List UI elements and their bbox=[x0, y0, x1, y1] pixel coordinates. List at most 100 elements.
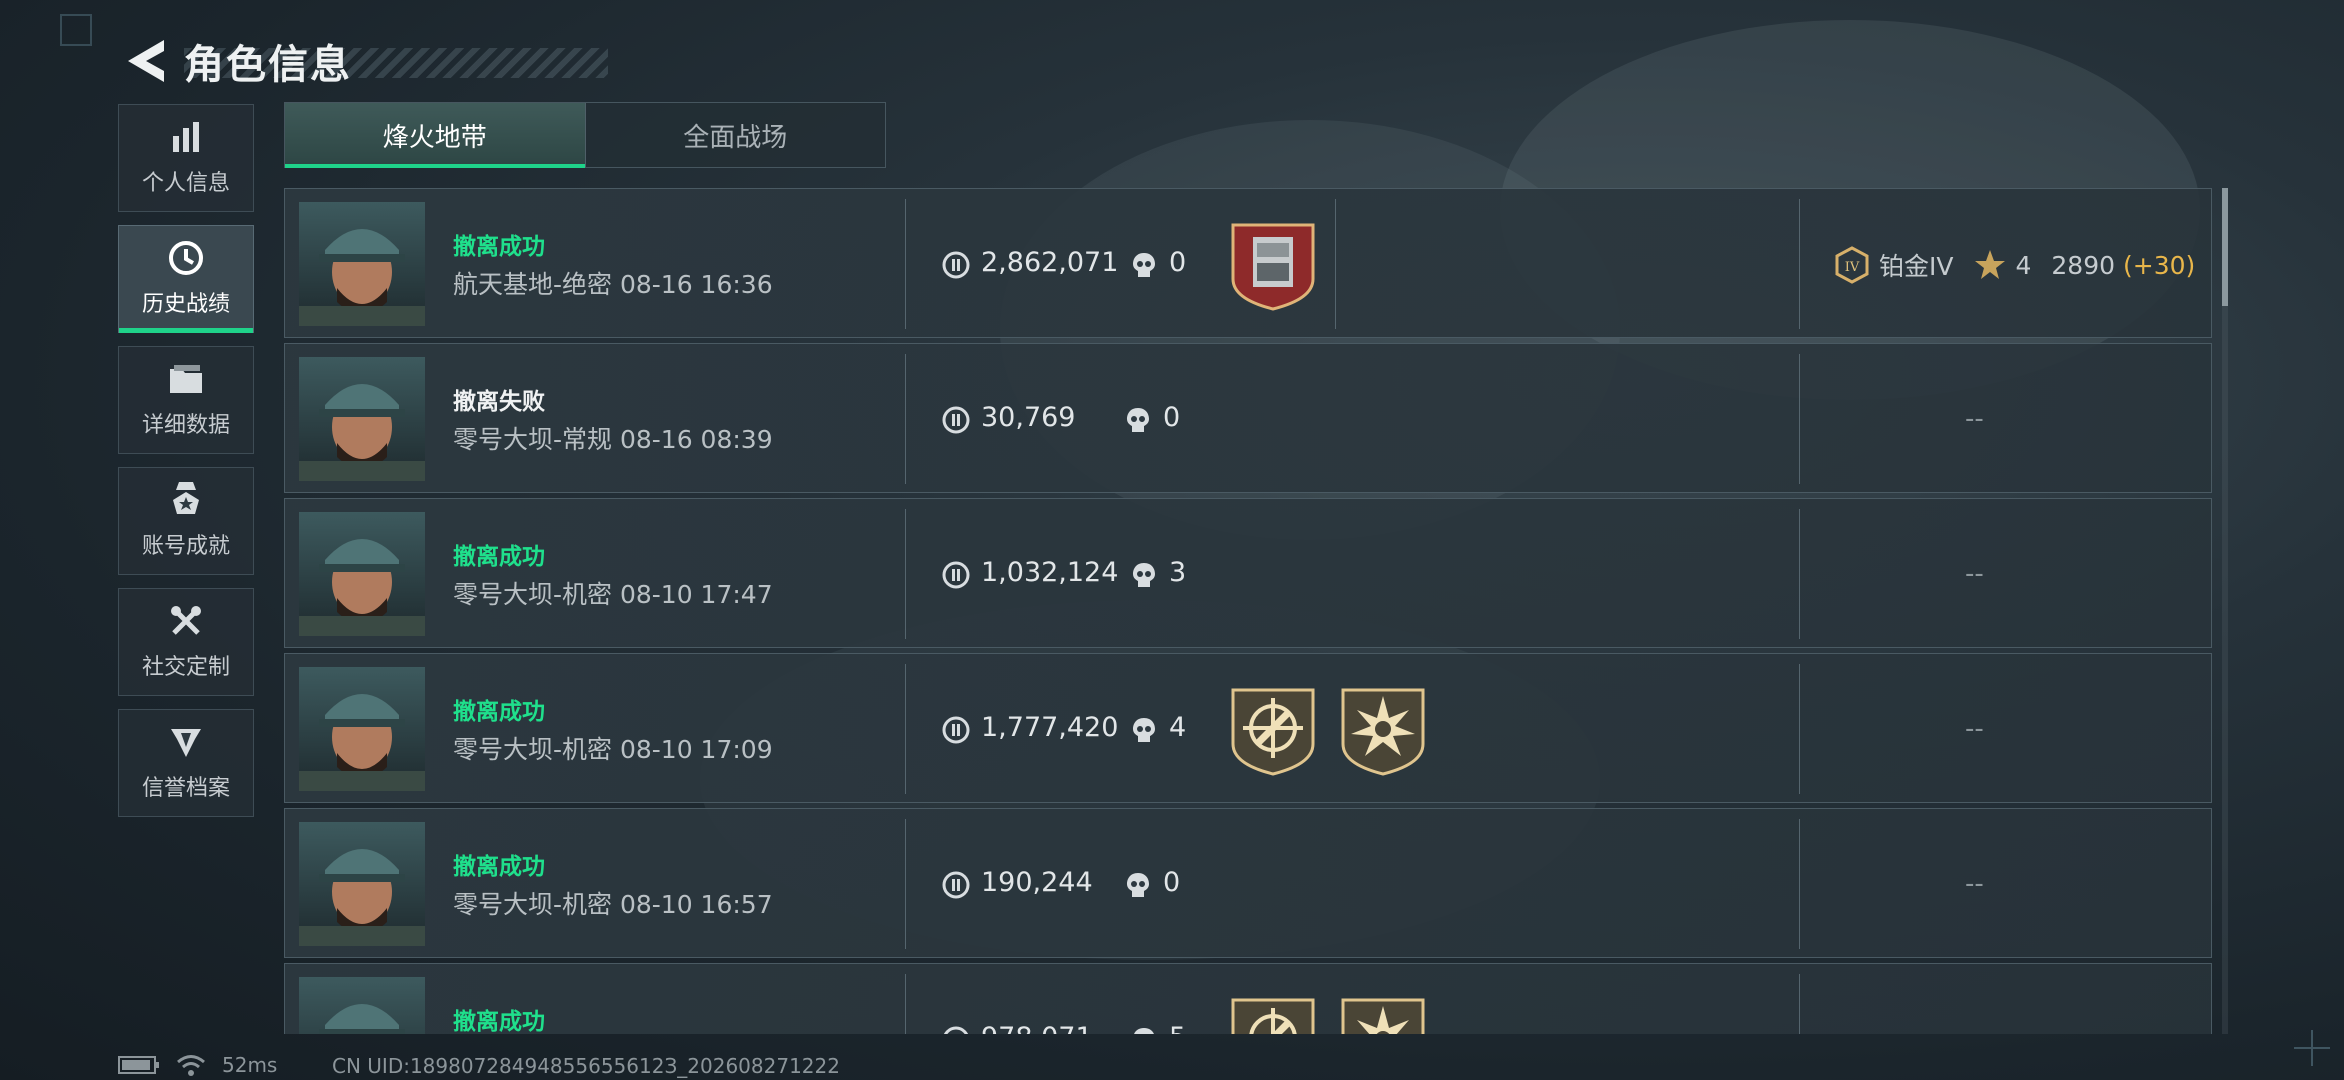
row-divider bbox=[1799, 974, 1800, 1034]
skull-icon bbox=[1133, 718, 1155, 742]
sidebar-item-label: 个人信息 bbox=[141, 171, 230, 196]
sidebar-item-credit-profile[interactable]: 信誉档案 bbox=[118, 709, 254, 817]
tab-hazard-zone[interactable]: 烽火地带 bbox=[285, 103, 585, 168]
match-record-row[interactable]: 撤离成功 零号大坝-机密 08-10 16:57 190,244 0 -- bbox=[284, 808, 2212, 958]
kill-count: 4 bbox=[1169, 712, 1187, 743]
rank-placeholder: -- bbox=[1965, 714, 1984, 744]
kill-count: 5 bbox=[1169, 1022, 1186, 1034]
kill-count: 3 bbox=[1169, 557, 1187, 588]
star-icon bbox=[1975, 250, 2006, 279]
sidebar-item-social-custom[interactable]: 社交定制 bbox=[118, 588, 254, 696]
extraction-status: 撤离成功 bbox=[453, 1009, 545, 1034]
operator-avatar bbox=[299, 357, 425, 481]
back-arrow-icon bbox=[128, 40, 164, 82]
bar-chart-icon bbox=[166, 119, 206, 155]
operator-avatar bbox=[299, 667, 425, 791]
rank-placeholder: -- bbox=[1965, 869, 1984, 899]
skull-icon bbox=[1127, 873, 1149, 897]
burst-badge-icon bbox=[1341, 688, 1425, 776]
scrollbar-thumb[interactable] bbox=[2222, 188, 2228, 306]
tab-full-battlefield[interactable]: 全面战场 bbox=[584, 103, 886, 167]
sidebar-item-history[interactable]: 历史战绩 bbox=[118, 225, 254, 333]
rank-platinum-icon: IV bbox=[1835, 246, 1869, 284]
map-and-time: 零号大坝-机密 08-10 17:47 bbox=[453, 580, 773, 609]
corner-mark bbox=[60, 14, 92, 46]
skull-icon bbox=[1133, 563, 1155, 587]
kill-count: 0 bbox=[1169, 247, 1187, 278]
wifi-icon bbox=[177, 1055, 205, 1076]
row-divider bbox=[905, 509, 906, 639]
extraction-status: 撤离成功 bbox=[453, 234, 545, 260]
skull-icon bbox=[1134, 1028, 1154, 1034]
match-history-list: 撤离成功 航天基地-绝密 08-16 16:36 2,862,071 0 IV … bbox=[284, 188, 2212, 1034]
row-divider bbox=[1799, 664, 1800, 794]
rank-name: 铂金IV bbox=[1879, 252, 1954, 281]
map-and-time: 航天基地-绝密 08-16 16:36 bbox=[453, 270, 773, 299]
match-record-row[interactable]: 撤离成功 零号大坝-机密 08-10 17:47 1,032,124 3 -- bbox=[284, 498, 2212, 648]
mode-tabs: 烽火地带 全面战场 bbox=[284, 102, 886, 168]
asset-value: 2,862,071 bbox=[981, 247, 1119, 278]
match-record-row[interactable]: 撤离成功 零号大坝-机密 08-10 17:09 1,777,420 4 -- bbox=[284, 653, 2212, 803]
red-safe-badge-icon bbox=[1231, 223, 1315, 311]
row-divider bbox=[905, 664, 906, 794]
battery-icon bbox=[118, 1056, 159, 1074]
kill-count: 0 bbox=[1163, 867, 1181, 898]
row-divider bbox=[905, 354, 906, 484]
match-record-row[interactable]: 撤离成功 航天基地-绝密 08-16 16:36 2,862,071 0 IV … bbox=[284, 188, 2212, 338]
extraction-status: 撤离失败 bbox=[453, 389, 545, 415]
asset-value: 978,071 bbox=[981, 1022, 1093, 1034]
map-and-time: 零号大坝-机密 08-10 16:57 bbox=[453, 890, 773, 919]
asset-value: 1,777,420 bbox=[981, 712, 1119, 743]
coin-icon bbox=[942, 871, 970, 899]
sidebar-item-label: 历史战绩 bbox=[141, 292, 230, 317]
sidebar-item-label: 社交定制 bbox=[141, 655, 230, 680]
operator-avatar bbox=[299, 202, 425, 326]
crosshair-badge-icon bbox=[1231, 998, 1315, 1034]
sidebar-item-label: 账号成就 bbox=[141, 534, 230, 559]
skull-icon bbox=[1127, 408, 1149, 432]
match-record-row[interactable]: 撤离成功 978,071 5 -- bbox=[284, 963, 2212, 1034]
achievement-badge-icon bbox=[166, 482, 206, 518]
row-divider bbox=[905, 199, 906, 329]
asset-value: 190,244 bbox=[981, 867, 1093, 898]
operator-avatar bbox=[299, 977, 425, 1034]
burst-badge-icon bbox=[1341, 998, 1425, 1034]
coin-icon bbox=[942, 406, 970, 434]
rank-score: 2890 bbox=[2051, 250, 2116, 280]
sidebar-item-achievements[interactable]: 账号成就 bbox=[118, 467, 254, 575]
folder-icon bbox=[166, 361, 206, 397]
match-record-row[interactable]: 撤离失败 零号大坝-常规 08-16 08:39 30,769 0 -- bbox=[284, 343, 2212, 493]
row-divider bbox=[1799, 199, 1800, 329]
coin-icon bbox=[942, 251, 970, 279]
sidebar-item-label: 信誉档案 bbox=[141, 776, 230, 801]
scrollbar-track[interactable] bbox=[2222, 188, 2228, 1034]
header: 角色信息 bbox=[60, 14, 608, 94]
clock-icon bbox=[166, 240, 206, 276]
sidebar-item-detailed-data[interactable]: 详细数据 bbox=[118, 346, 254, 454]
row-divider bbox=[1799, 354, 1800, 484]
rank-placeholder: -- bbox=[1965, 1024, 1984, 1034]
kill-count: 0 bbox=[1163, 402, 1181, 433]
rank-info: IV 铂金IV 4 2890 (+30) bbox=[1833, 241, 2195, 289]
ping-value: 52ms bbox=[222, 1053, 278, 1077]
corner-crosshair-icon bbox=[2294, 1030, 2330, 1066]
row-divider bbox=[905, 819, 906, 949]
sidebar-item-personal-info[interactable]: 个人信息 bbox=[118, 104, 254, 212]
crosshair-badge-icon bbox=[1231, 688, 1315, 776]
extraction-status: 撤离成功 bbox=[453, 544, 545, 570]
row-divider bbox=[905, 974, 906, 1034]
page-title: 角色信息 bbox=[184, 42, 352, 88]
coin-icon bbox=[942, 561, 970, 589]
sidebar-item-label: 详细数据 bbox=[141, 413, 230, 438]
map-and-time: 零号大坝-机密 08-10 17:09 bbox=[453, 735, 773, 764]
row-divider bbox=[1799, 819, 1800, 949]
asset-value: 30,769 bbox=[981, 402, 1076, 433]
extraction-status: 撤离成功 bbox=[453, 699, 545, 725]
operator-avatar bbox=[299, 822, 425, 946]
status-bar: 52ms bbox=[118, 1050, 277, 1080]
sidebar: 个人信息 历史战绩 详细数据 账号成就 社交定制 信誉档案 bbox=[118, 104, 254, 830]
row-divider bbox=[1335, 199, 1336, 329]
back-button[interactable] bbox=[118, 36, 174, 86]
asset-value: 1,032,124 bbox=[981, 557, 1119, 588]
extraction-status: 撤离成功 bbox=[453, 854, 545, 880]
